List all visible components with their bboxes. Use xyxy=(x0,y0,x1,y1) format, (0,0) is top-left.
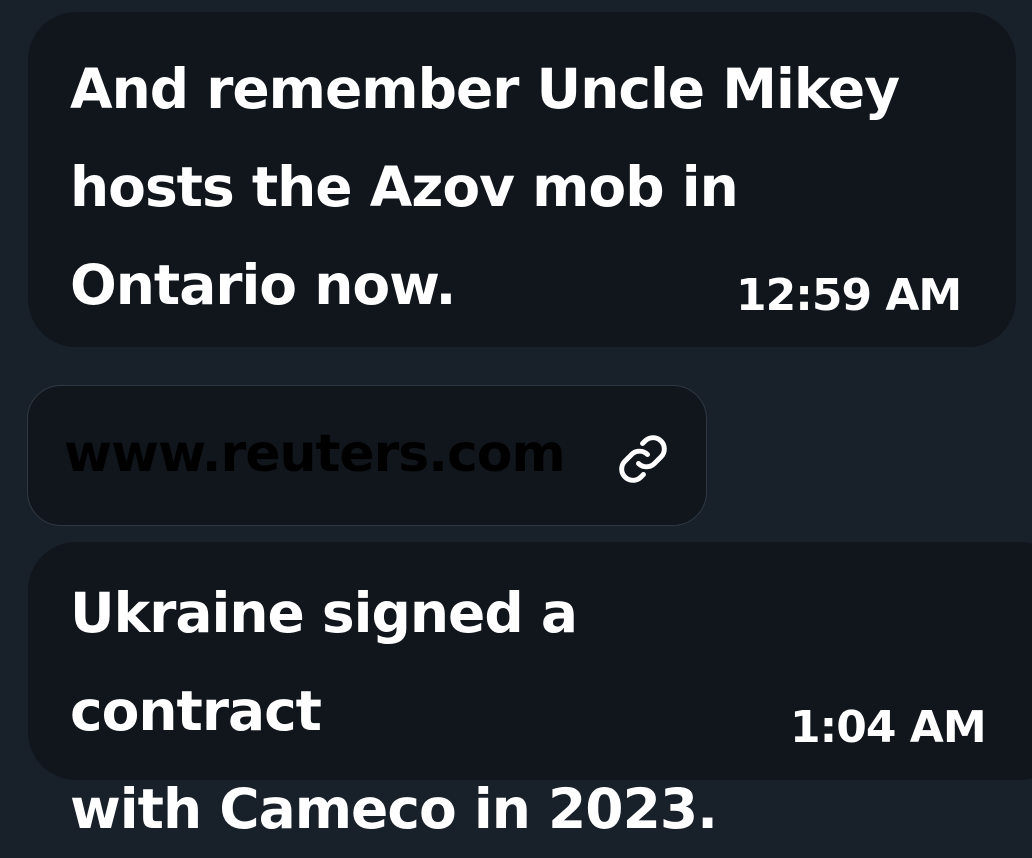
message-bubble[interactable]: Ukraine signed a contract with Cameco in… xyxy=(28,542,1032,841)
message-text: Ukraine signed a contract with Cameco in… xyxy=(70,581,718,841)
link-domain[interactable]: www.reuters.com xyxy=(64,428,566,480)
link-preview-card[interactable]: www.reuters.com xyxy=(27,385,707,526)
link-icon[interactable] xyxy=(616,432,670,486)
message-timestamp: 1:04 AM xyxy=(790,702,987,753)
message-bubble[interactable]: And remember Uncle Mikey hosts the Azov … xyxy=(28,12,1016,347)
message-timestamp: 12:59 AM xyxy=(736,270,962,321)
